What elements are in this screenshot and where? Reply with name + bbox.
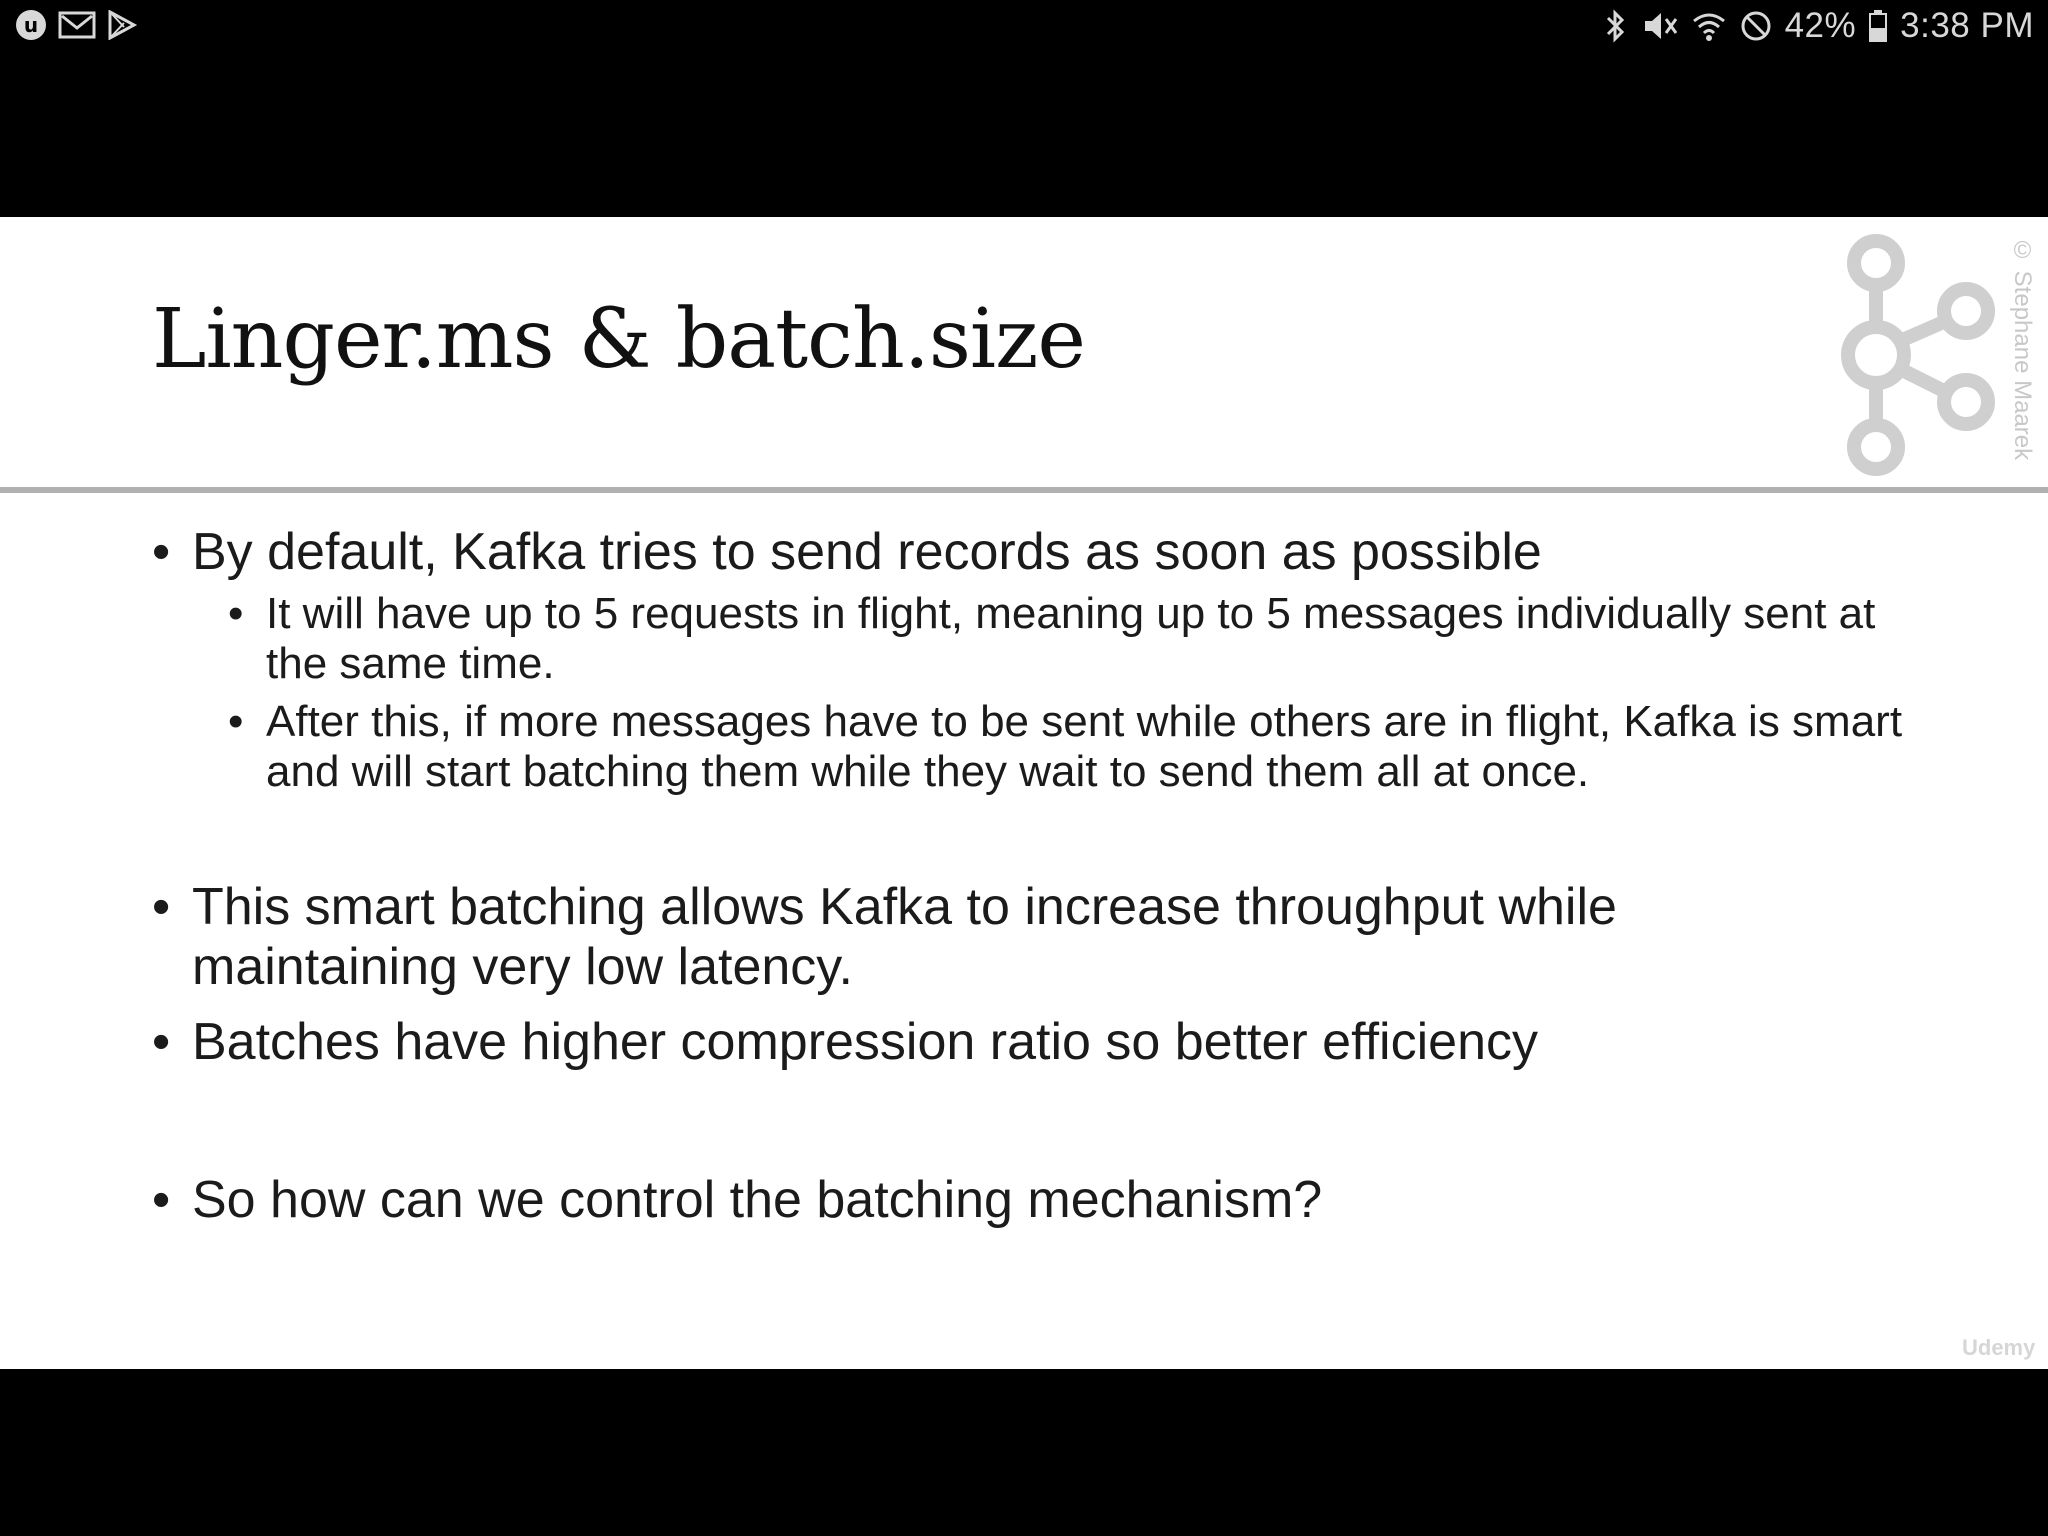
status-bar: u 42% 3:38 PM <box>0 0 2048 52</box>
bullet-compression-ratio: Batches have higher compression ratio so… <box>150 1012 1892 1072</box>
bullet-default-send: By default, Kafka tries to send records … <box>150 522 1892 582</box>
wifi-icon <box>1691 9 1727 43</box>
presentation-slide[interactable]: Linger.ms & batch.size © Stephane Maarek… <box>0 217 2048 1369</box>
sub-bullet-requests-in-flight: It will have up to 5 requests in flight,… <box>228 589 1906 689</box>
battery-icon <box>1868 9 1888 43</box>
udemy-watermark: Udemy <box>1962 1335 2036 1360</box>
slide-title: Linger.ms & batch.size <box>152 292 1086 387</box>
copyright-credit: © Stephane Maarek <box>2009 237 2036 461</box>
battery-percent: 42% <box>1784 6 1857 45</box>
kafka-logo-icon <box>1841 234 1995 476</box>
notification-icons: u <box>14 8 138 42</box>
mute-icon <box>1639 10 1679 42</box>
udemy-icon: u <box>14 8 48 42</box>
title-divider <box>0 487 2048 493</box>
bullet-control-question: So how can we control the batching mecha… <box>150 1170 1892 1230</box>
bluetooth-icon <box>1605 9 1627 43</box>
clock: 3:38 PM <box>1900 6 2034 45</box>
svg-text:u: u <box>24 13 38 37</box>
system-status: 42% 3:38 PM <box>1605 6 2034 46</box>
bullet-throughput-latency: This smart batching allows Kafka to incr… <box>150 877 1892 997</box>
video-letterbox-bottom[interactable] <box>0 1369 2048 1536</box>
play-store-icon <box>106 10 138 40</box>
do-not-disturb-icon <box>1739 9 1773 43</box>
mail-icon <box>58 10 96 40</box>
sub-bullet-smart-batching: After this, if more messages have to be … <box>228 697 1906 797</box>
